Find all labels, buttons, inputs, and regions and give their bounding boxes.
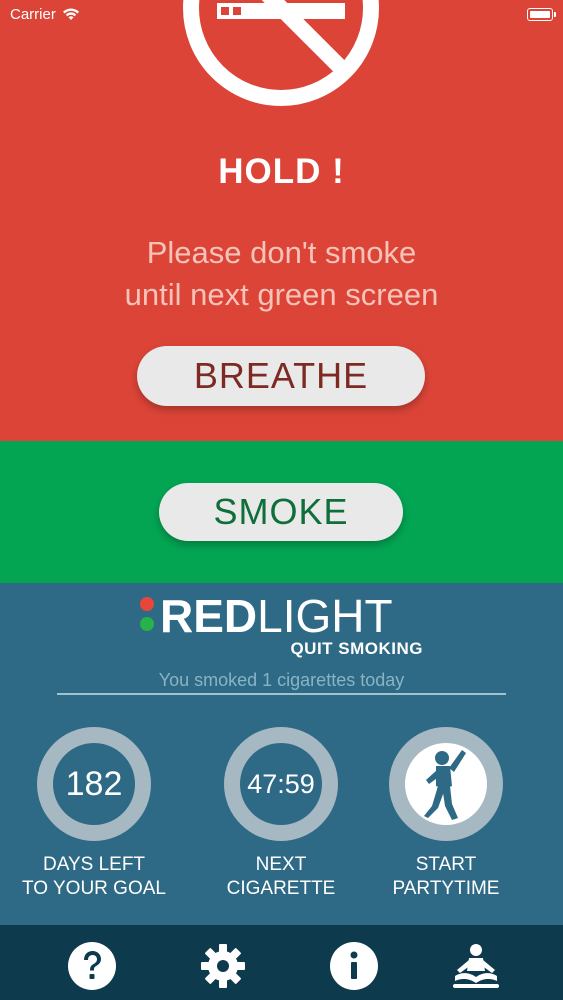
partytime-label-line1[interactable]: START — [366, 853, 526, 877]
days-left-value: 182 — [53, 743, 135, 825]
settings-tab[interactable] — [196, 939, 250, 993]
logo-tagline: QUIT SMOKING — [290, 639, 423, 658]
traffic-light-icon — [140, 597, 154, 637]
next-cigarette-ring: 47:59 — [224, 727, 338, 841]
next-cigarette-label: NEXT CIGARETTE — [201, 853, 361, 901]
days-left-label-line2: TO YOUR GOAL — [22, 878, 166, 899]
hold-message-line1: Please don't smoke — [146, 235, 417, 270]
info-tab[interactable] — [327, 939, 381, 993]
days-left-stat: 182 DAYS LEFT TO YOUR GOAL — [14, 727, 174, 901]
logo-word-light: LIGHT — [257, 590, 393, 642]
hold-message-line2: until next green screen — [124, 277, 439, 312]
next-cigarette-label-line2: CIGARETTE — [226, 878, 336, 899]
next-cigarette-stat: 47:59 NEXT CIGARETTE — [201, 727, 361, 901]
smoked-today-text: You smoked 1 cigarettes today — [158, 670, 405, 690]
help-tab[interactable] — [65, 939, 119, 993]
status-time: 6:01 PM — [253, 6, 310, 23]
meditation-tab[interactable] — [449, 939, 503, 993]
days-left-label-line1: DAYS LEFT — [42, 854, 146, 875]
red-light-dot — [140, 597, 154, 611]
breathe-button[interactable]: BREATHE — [137, 346, 425, 406]
divider — [57, 693, 506, 695]
tab-bar — [0, 925, 563, 1000]
hold-title: HOLD ! — [218, 152, 345, 191]
partytime-label-line2[interactable]: PARTYTIME — [366, 877, 526, 901]
settings-gear-icon — [201, 944, 245, 988]
smoke-button[interactable]: SMOKE — [159, 483, 403, 541]
logo-wordmark: REDLIGHT — [160, 589, 393, 643]
app-logo: REDLIGHT QUIT SMOKING — [140, 590, 425, 659]
green-light-dot — [140, 617, 154, 631]
battery-icon — [527, 8, 556, 21]
dancer-icon — [424, 750, 466, 820]
help-icon — [68, 942, 116, 990]
meditation-icon — [453, 944, 499, 988]
status-bar: Carrier 6:01 PM — [0, 0, 563, 30]
logo-word-bold: RED — [160, 590, 258, 642]
next-cigarette-label-line1: NEXT — [255, 854, 307, 875]
next-cigarette-timer: 47:59 — [240, 743, 322, 825]
partytime-inner[interactable] — [405, 743, 487, 825]
partytime-label[interactable]: START PARTYTIME — [366, 853, 526, 901]
days-left-ring: 182 — [37, 727, 151, 841]
days-left-label: DAYS LEFT TO YOUR GOAL — [14, 853, 174, 901]
hold-message: Please don't smoke until next green scre… — [0, 232, 563, 316]
partytime-ring[interactable] — [389, 727, 503, 841]
info-icon — [330, 942, 378, 990]
start-partytime-button[interactable]: START PARTYTIME — [366, 727, 526, 901]
